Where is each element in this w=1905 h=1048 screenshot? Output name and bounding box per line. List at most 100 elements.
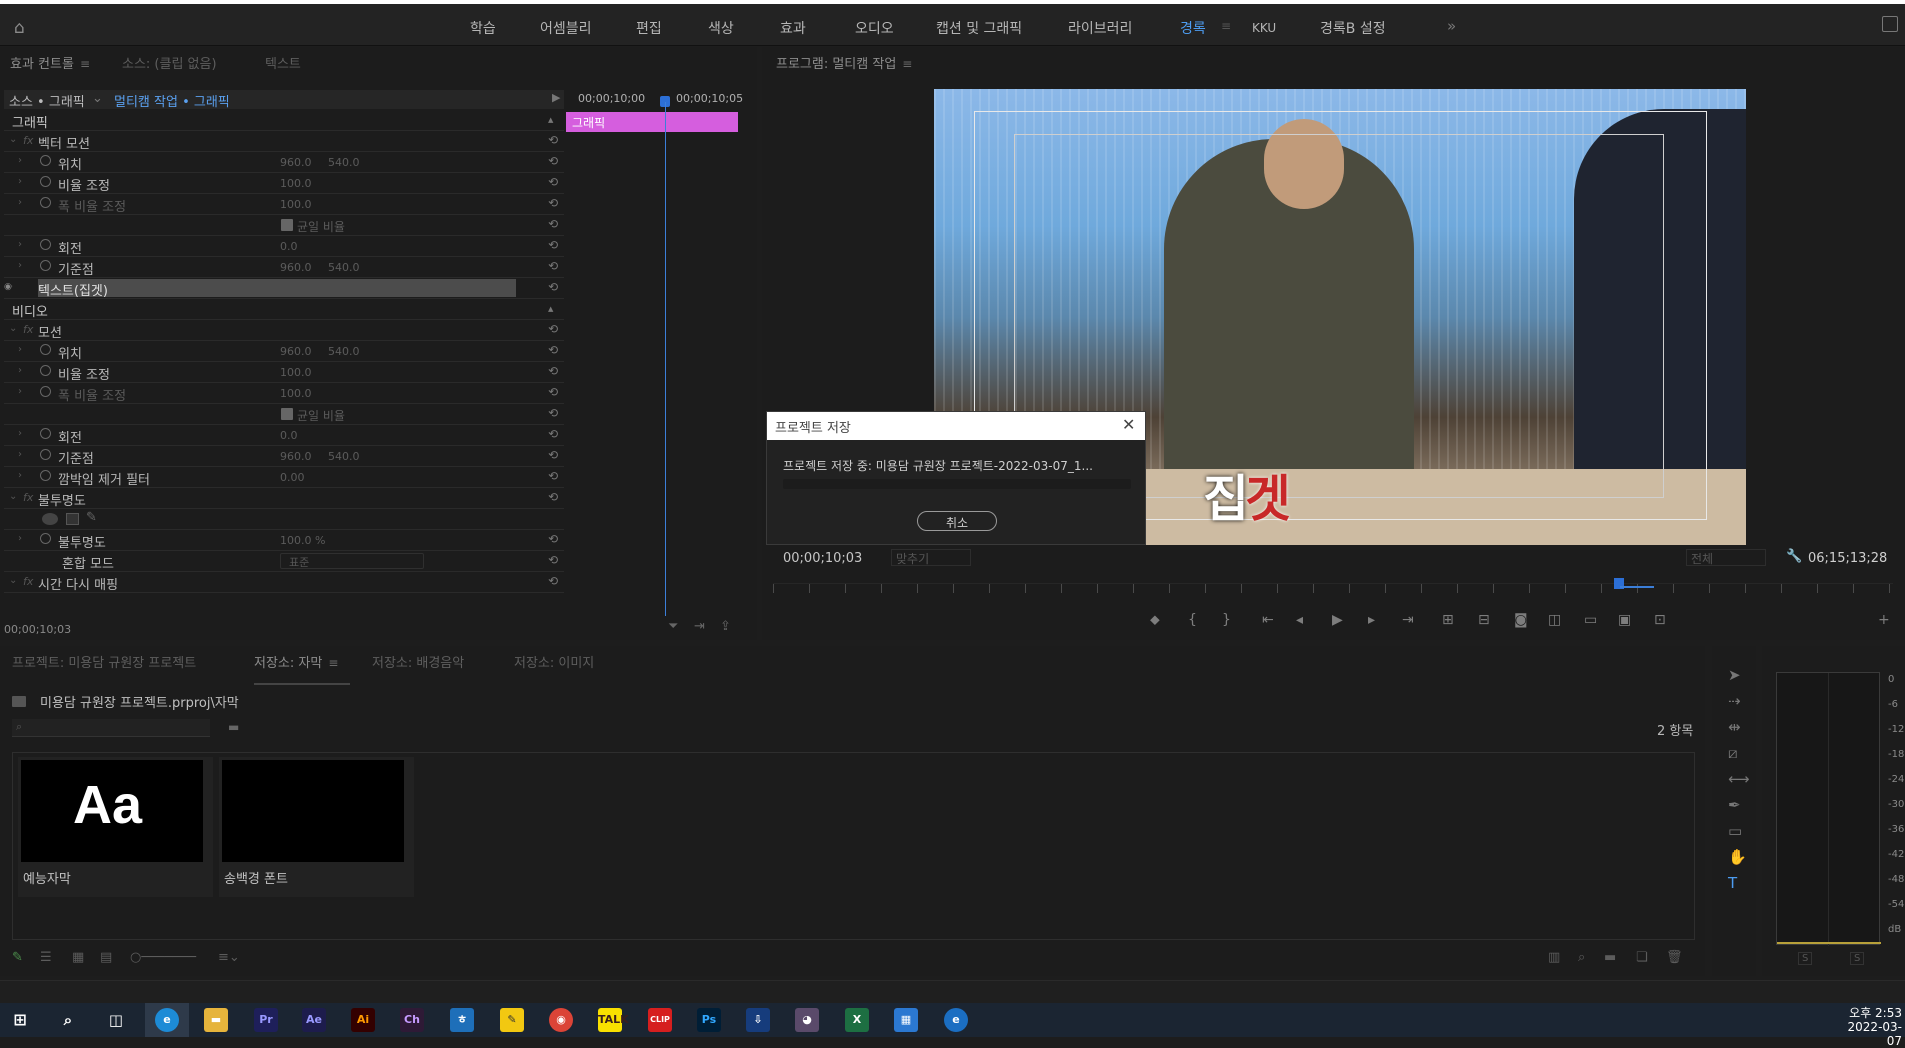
workspace-captions[interactable]: 캡션 및 그래픽 [936,18,1022,38]
share-icon[interactable] [1882,16,1898,32]
effect-row[interactable]: › 폭 비율 조정 100.0 ⟲ [4,383,564,404]
fx-icon[interactable]: fx [23,134,33,147]
excel-icon[interactable]: X [845,1008,869,1032]
stopwatch-icon[interactable] [40,449,51,460]
property-value[interactable]: 540.0 [328,156,360,169]
calendar-icon[interactable]: ▦ [894,1008,918,1032]
twirl-icon[interactable]: › [18,533,22,544]
tab-bin-bgm[interactable]: 저장소: 배경음악 [372,652,464,671]
reset-icon[interactable]: ⟲ [548,469,558,483]
character-animator-icon[interactable]: Ch [400,1008,424,1032]
twirl-icon[interactable]: › [18,470,22,481]
pen-icon[interactable]: ✒ [1728,796,1741,814]
reset-icon[interactable]: ⟲ [548,280,558,294]
stopwatch-icon[interactable] [40,365,51,376]
search-icon[interactable]: ⌕ [56,1008,80,1032]
reset-icon[interactable]: ⟲ [548,574,558,588]
workspace-edit[interactable]: 편집 [636,18,662,38]
workspace-effects[interactable]: 효과 [780,18,806,38]
workspace-kku[interactable]: KKU [1252,21,1276,35]
twirl-icon[interactable]: › [18,260,22,271]
property-value[interactable]: 100.0 [280,366,312,379]
play-icon[interactable]: ▶ [1332,612,1343,628]
effect-row[interactable]: ⌄ fx 시간 다시 매핑 ⟲ [4,572,564,593]
reset-icon[interactable]: ⟲ [548,217,558,231]
compare-icon[interactable]: ◫ [1548,612,1561,628]
solo-left-button[interactable]: S [1798,952,1813,965]
property-value[interactable]: 540.0 [328,450,360,463]
rectangle-mask-icon[interactable] [66,513,79,525]
stopwatch-icon[interactable] [40,344,51,355]
effect-row[interactable]: 비디오 ▲ [4,299,564,320]
twirl-icon[interactable]: ⌄ [9,491,17,502]
vr-icon[interactable]: ⊡ [1654,612,1666,628]
step-back-icon[interactable]: ◂ [1296,612,1303,628]
search-input[interactable]: ⌕ [12,719,210,737]
effect-row[interactable]: › 깜박임 제거 필터 0.00 ⟲ [4,467,564,488]
property-value[interactable]: 960.0 [280,345,312,358]
kakaotalk-icon[interactable]: TALK [598,1008,629,1032]
chrome-icon[interactable]: ◉ [549,1008,573,1032]
twirl-icon[interactable]: › [18,386,22,397]
list-view-icon[interactable]: ☰ [40,950,52,965]
reset-icon[interactable]: ⟲ [548,427,558,441]
filter-icon[interactable]: ⏷ [668,619,678,634]
workspace-audio[interactable]: 오디오 [855,18,894,38]
reset-icon[interactable]: ⟲ [548,532,558,546]
effect-row[interactable]: ✎ [4,509,564,530]
effect-row[interactable]: › 폭 비율 조정 100.0 ⟲ [4,194,564,215]
hand-icon[interactable]: ✋ [1728,848,1747,866]
reset-icon[interactable]: ⟲ [548,364,558,378]
reset-icon[interactable]: ⟲ [548,322,558,336]
bin-item[interactable]: Aa 예능자막 [18,757,213,897]
effect-row[interactable]: ⌄ fx 불투명도 ⟲ [4,488,564,509]
collapse-icon[interactable]: ▲ [548,116,553,124]
stopwatch-icon[interactable] [40,428,51,439]
uniform-scale-checkbox[interactable] [281,219,293,231]
reset-icon[interactable]: ⟲ [548,553,558,567]
tab-source[interactable]: 소스: (클립 없음) [122,53,217,72]
sort-icon[interactable]: ≡⌄ [218,950,240,965]
property-value[interactable]: 540.0 [328,345,360,358]
fx-icon[interactable]: fx [23,491,33,504]
file-explorer-icon[interactable]: ▬ [204,1008,228,1032]
reset-icon[interactable]: ⟲ [548,406,558,420]
program-timecode[interactable]: 00;00;10;03 [783,551,862,566]
reset-icon[interactable]: ⟲ [548,448,558,462]
stopwatch-icon[interactable] [40,470,51,481]
twirl-icon[interactable]: ⌄ [9,134,17,145]
twirl-icon[interactable]: › [18,449,22,460]
rectangle-icon[interactable]: ▭ [1728,822,1742,840]
effect-row[interactable]: ⌄ fx 모션 ⟲ [4,320,564,341]
property-value[interactable]: 960.0 [280,156,312,169]
stopwatch-icon[interactable] [40,155,51,166]
tab-text[interactable]: 텍스트 [265,53,301,72]
add-button-icon[interactable]: + [1878,612,1890,628]
automate-icon[interactable]: ▥ [1548,950,1560,965]
reset-icon[interactable]: ⟲ [548,196,558,210]
reset-icon[interactable]: ⟲ [548,238,558,252]
cancel-button[interactable]: 취소 [917,511,997,531]
selection-tool-icon[interactable]: ➤ [1728,666,1741,684]
fx-icon[interactable]: fx [23,323,33,336]
mark-in-icon[interactable]: { [1188,612,1197,628]
export-icon[interactable]: ⇪ [720,619,731,634]
play-arrow-icon[interactable]: ▶ [552,91,560,104]
clip-icon[interactable]: CLIP [648,1008,672,1032]
twirl-icon[interactable]: › [18,344,22,355]
go-to-out-icon[interactable]: ⇥ [1402,612,1414,628]
sequence-link[interactable]: 멀티캠 작업 • 그래픽 [114,91,230,110]
ellipse-mask-icon[interactable] [42,513,58,525]
premiere-pro-icon[interactable]: Pr [254,1008,278,1032]
trash-icon[interactable]: 🗑 [1666,950,1683,965]
reset-icon[interactable]: ⟲ [548,133,558,147]
twirl-icon[interactable]: › [9,281,13,292]
stopwatch-icon[interactable] [40,533,51,544]
wrench-icon[interactable]: 🔧 [1786,549,1802,564]
tab-program[interactable]: 프로그램: 멀티캠 작업 ≡ [776,53,912,72]
effect-row[interactable]: 혼합 모드 표준 ⟲ [4,551,564,572]
effect-row[interactable]: 균일 비율 ⟲ [4,215,564,236]
chevron-down-icon[interactable]: ⌄ [92,91,103,106]
fx-icon[interactable]: fx [23,575,33,588]
stopwatch-icon[interactable] [40,239,51,250]
